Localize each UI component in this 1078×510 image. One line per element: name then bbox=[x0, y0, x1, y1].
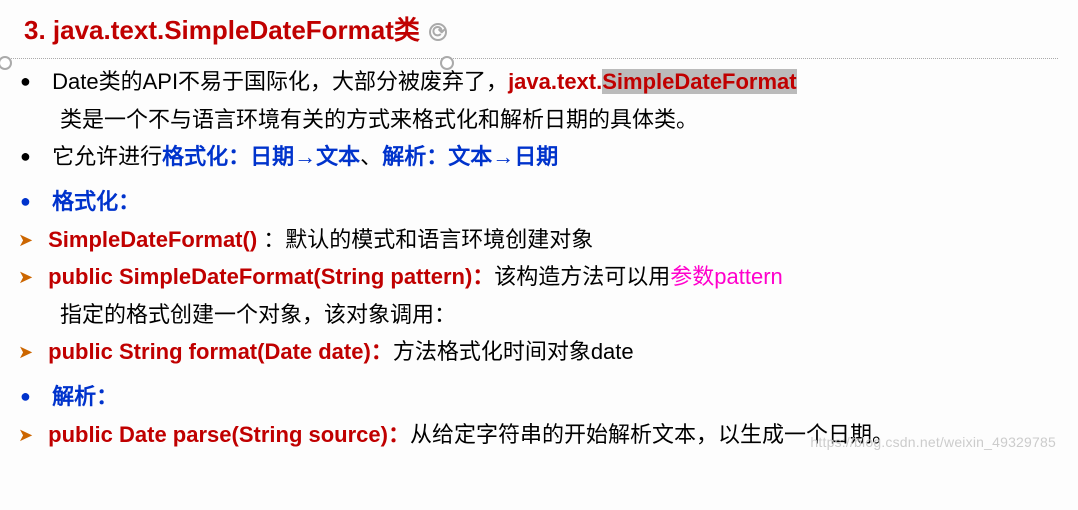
text: 类是一个不与语言环境有关的方式来格式化和解析日期的具体类。 bbox=[38, 101, 1058, 138]
subtitle-text: 解析： bbox=[52, 384, 118, 409]
method-signature: public Date parse(String source)： bbox=[48, 422, 410, 447]
heading-text: 3. java.text.SimpleDateFormat类 bbox=[24, 15, 420, 45]
arrow-right-icon: → bbox=[294, 144, 316, 169]
bullet-item: Date类的API不易于国际化，大部分被废弃了，java.text.Simple… bbox=[38, 63, 1058, 138]
method-signature: SimpleDateFormat() bbox=[48, 227, 263, 252]
text: 它允许进行 bbox=[52, 144, 162, 169]
anchor-icon bbox=[429, 23, 447, 41]
section-subtitle: 解析： bbox=[38, 378, 1058, 415]
anchor-dot-icon bbox=[0, 56, 12, 70]
subtitle-text: 格式化： bbox=[52, 189, 140, 214]
method-desc: 指定的格式创建一个对象，该对象调用： bbox=[38, 296, 1058, 333]
code-text-highlight: SimpleDateFormat bbox=[602, 69, 796, 94]
method-item: public SimpleDateFormat(String pattern)：… bbox=[38, 258, 1058, 333]
keyword: 解析：文本 bbox=[382, 144, 492, 169]
method-desc: ：默认的模式和语言环境创建对象 bbox=[263, 227, 593, 252]
section-subtitle: 格式化： bbox=[38, 183, 1058, 220]
keyword: 格式化：日期 bbox=[162, 144, 294, 169]
bullet-item: 它允许进行格式化：日期→文本、解析：文本→日期 bbox=[38, 138, 1058, 175]
keyword: 日期 bbox=[514, 144, 558, 169]
section-heading: 3. java.text.SimpleDateFormat类 bbox=[20, 8, 1058, 52]
method-item: public String format(Date date)：方法格式化时间对… bbox=[38, 333, 1058, 370]
method-signature: public String format(Date date)： bbox=[48, 339, 393, 364]
code-text: java.text. bbox=[508, 69, 602, 94]
method-desc: 方法格式化时间对象date bbox=[393, 339, 634, 364]
method-item: SimpleDateFormat() ：默认的模式和语言环境创建对象 bbox=[38, 221, 1058, 258]
anchor-dot-icon bbox=[440, 56, 454, 70]
watermark-text: https://blog.csdn.net/weixin_49329785 bbox=[810, 431, 1056, 455]
keyword: 文本 bbox=[316, 144, 360, 169]
method-signature: public SimpleDateFormat(String pattern)： bbox=[48, 264, 494, 289]
text: Date类的API不易于国际化，大部分被废弃了， bbox=[52, 69, 508, 94]
dotted-separator bbox=[8, 58, 1058, 59]
arrow-right-icon: → bbox=[492, 144, 514, 169]
param-text: 参数pattern bbox=[670, 264, 783, 289]
text: 、 bbox=[360, 144, 382, 169]
method-desc: 该构造方法可以用 bbox=[494, 264, 670, 289]
